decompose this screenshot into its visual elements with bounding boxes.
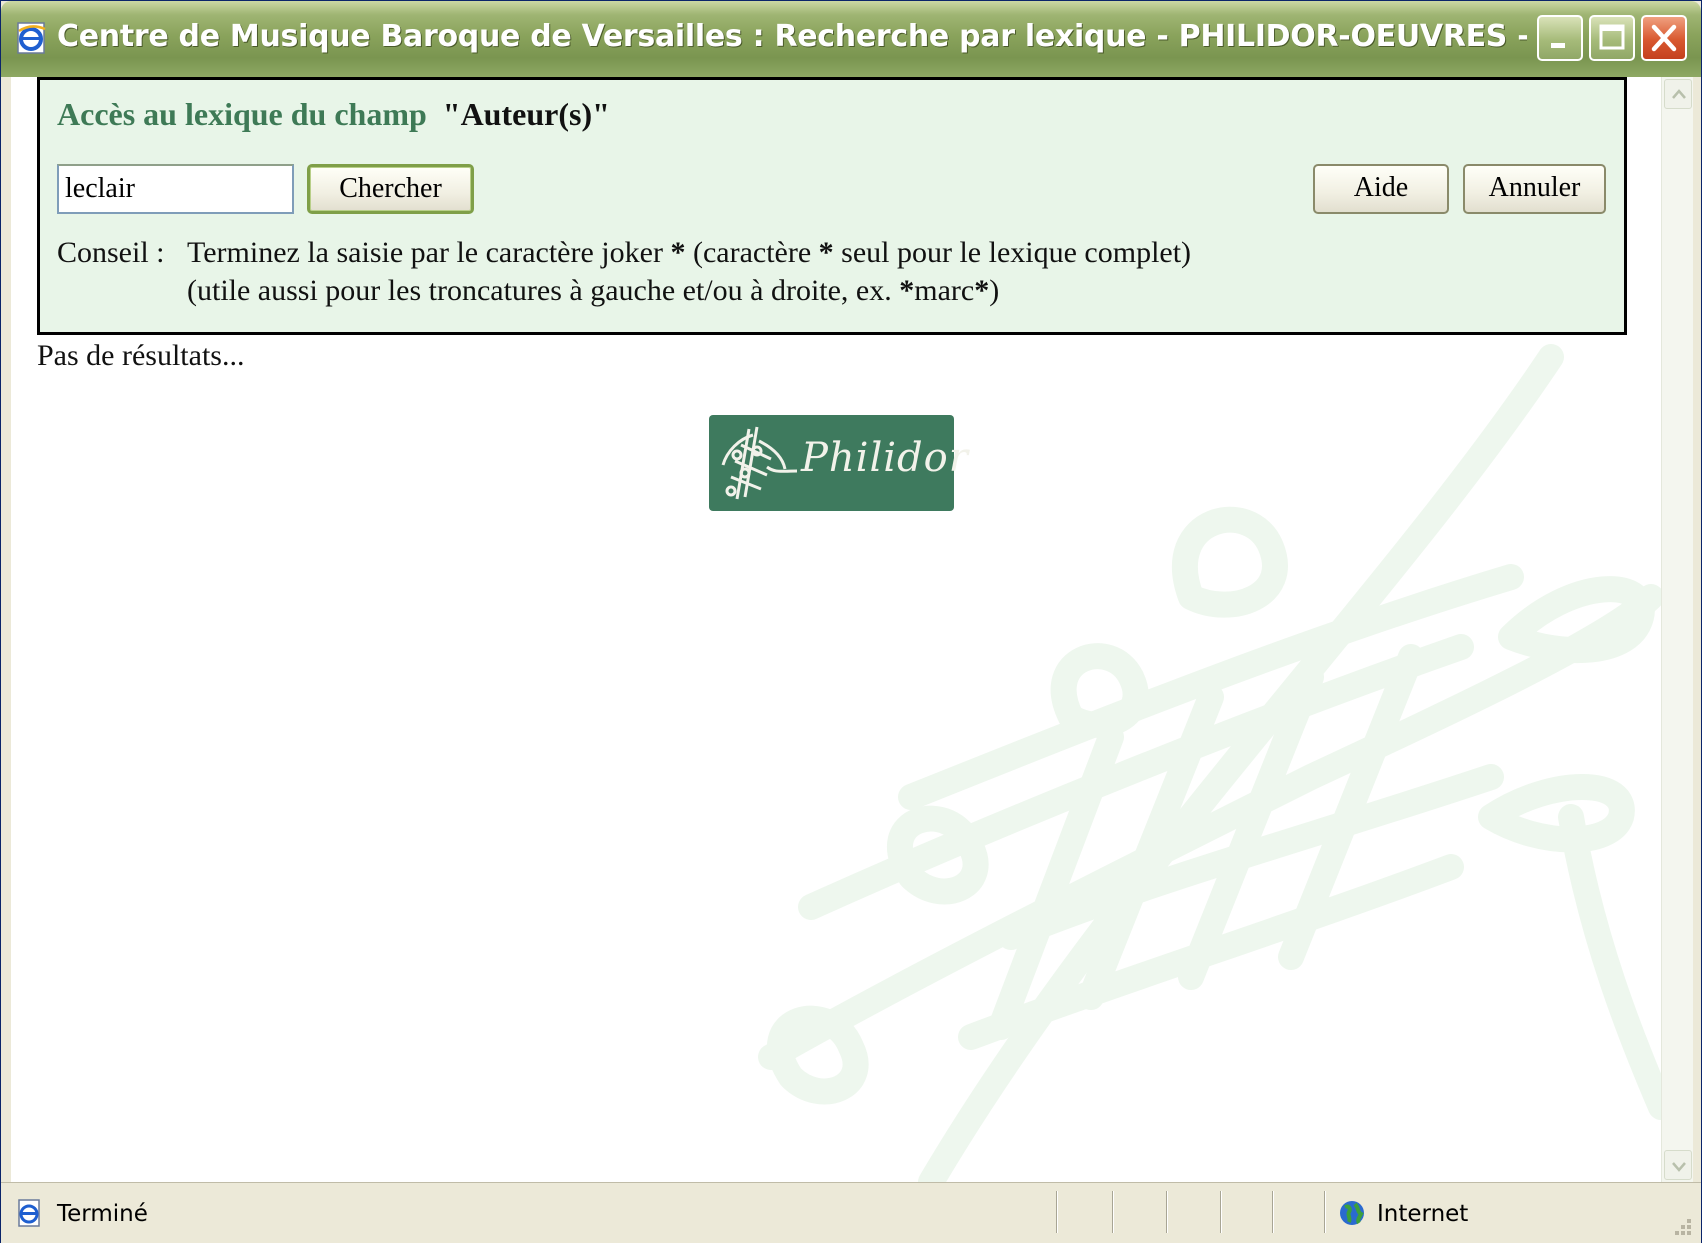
scroll-up-icon [1672, 89, 1686, 99]
joker-star: * [899, 274, 915, 307]
philidor-logo[interactable]: Philidor [709, 415, 968, 511]
joker-star: * [818, 236, 834, 269]
panel-title-label: Accès au lexique du champ [57, 96, 427, 132]
maximize-icon [1599, 24, 1625, 50]
tip-example: marc [914, 274, 975, 307]
security-zone: Internet [1377, 1201, 1469, 1227]
no-results-message: Pas de résultats... [37, 339, 245, 372]
status-divider [1166, 1191, 1168, 1233]
search-button[interactable]: Chercher [307, 164, 474, 214]
lexicon-panel: Accès au lexique du champ "Auteur(s)" Ch… [37, 77, 1627, 335]
status-text: Terminé [57, 1201, 148, 1227]
browser-window: Centre de Musique Baroque de Versailles … [0, 0, 1702, 1243]
joker-star: * [670, 236, 686, 269]
minimize-icon [1551, 43, 1565, 48]
tip-line-1: Terminez la saisie par le caractère joke… [187, 234, 1191, 272]
logo-text: Philidor [801, 435, 969, 481]
scroll-down-button[interactable] [1664, 1150, 1692, 1180]
ie-icon [17, 22, 46, 54]
cancel-button[interactable]: Annuler [1463, 164, 1606, 214]
help-button[interactable]: Aide [1313, 164, 1449, 214]
vertical-scrollbar[interactable] [1661, 77, 1693, 1182]
tip-text: (utile aussi pour les troncatures à gauc… [187, 274, 892, 307]
tip-text: (caractère [692, 236, 812, 269]
tip-text: ) [989, 274, 1000, 307]
tip-label: Conseil : [57, 236, 165, 269]
tip-text: Terminez la saisie par le caractère joke… [187, 236, 663, 269]
tip-text: seul pour le lexique complet) [841, 236, 1192, 269]
joker-star: * [974, 274, 990, 307]
search-input[interactable] [57, 164, 294, 214]
tip-line-2: (utile aussi pour les troncatures à gauc… [187, 272, 999, 310]
page-done-icon [18, 1199, 40, 1227]
status-divider [1220, 1191, 1222, 1233]
resize-grip-icon[interactable] [1667, 1211, 1695, 1239]
close-button[interactable] [1641, 15, 1687, 61]
maximize-button[interactable] [1589, 15, 1635, 61]
window-title: Centre de Musique Baroque de Versailles … [57, 19, 1527, 54]
scroll-down-icon [1672, 1162, 1686, 1172]
status-divider [1112, 1191, 1114, 1233]
status-divider [1056, 1191, 1058, 1233]
globe-icon [1340, 1201, 1364, 1225]
panel-title: Accès au lexique du champ "Auteur(s)" [57, 96, 610, 133]
scroll-up-button[interactable] [1664, 79, 1692, 109]
close-icon [1651, 24, 1677, 52]
minimize-button[interactable] [1537, 15, 1583, 61]
status-divider [1272, 1191, 1274, 1233]
field-name: "Auteur(s)" [442, 96, 610, 132]
page-content: Accès au lexique du champ "Auteur(s)" Ch… [11, 77, 1693, 1182]
status-bar: Terminé Internet [1, 1182, 1701, 1243]
lyre-icon [721, 426, 798, 500]
title-bar[interactable]: Centre de Musique Baroque de Versailles … [1, 1, 1701, 77]
status-divider [1324, 1191, 1326, 1233]
